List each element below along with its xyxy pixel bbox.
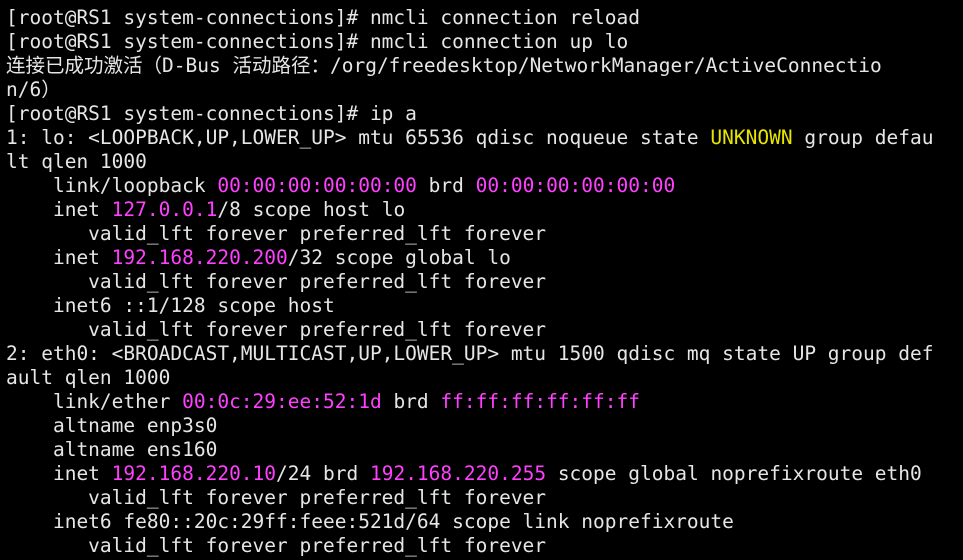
terminal-line: altname ens160 xyxy=(6,438,963,462)
terminal-line: inet6 ::1/128 scope host xyxy=(6,294,963,318)
line-text: /24 brd xyxy=(276,462,370,485)
line-text: [root@RS1 system-connections]# ip a xyxy=(6,102,417,125)
line-text: group defau xyxy=(792,126,934,149)
line-text: 活动路径： xyxy=(232,54,330,77)
terminal-line: link/ether 00:0c:29:ee:52:1d brd ff:ff:f… xyxy=(6,390,963,414)
line-text: /32 scope global lo xyxy=(287,246,511,269)
address-text: 192.168.220.10 xyxy=(111,462,277,485)
terminal-line: 连接已成功激活（D-Bus 活动路径：/org/freedesktop/Netw… xyxy=(6,54,963,78)
terminal-line: valid_lft forever preferred_lft forever xyxy=(6,270,963,294)
terminal-line: link/loopback 00:00:00:00:00:00 brd 00:0… xyxy=(6,174,963,198)
line-text: brd xyxy=(416,174,476,197)
terminal-line: inet6 fe80::20c:29ff:feee:521d/64 scope … xyxy=(6,510,963,534)
terminal-line: altname enp3s0 xyxy=(6,414,963,438)
line-text: altname ens160 xyxy=(6,438,218,461)
line-text: 连接已成功激活（ xyxy=(6,54,163,77)
line-text: valid_lft forever preferred_lft forever xyxy=(6,534,547,557)
line-text: inet xyxy=(6,462,112,485)
address-text: 192.168.220.200 xyxy=(111,246,288,269)
terminal-line: lt qlen 1000 xyxy=(6,150,963,174)
line-text: valid_lft forever preferred_lft forever xyxy=(6,486,547,509)
line-text: inet xyxy=(6,198,112,221)
terminal-line: [root@RS1 system-connections]# nmcli con… xyxy=(6,30,963,54)
line-text: valid_lft forever preferred_lft forever xyxy=(6,270,547,293)
terminal-line: inet 127.0.0.1/8 scope host lo xyxy=(6,198,963,222)
line-text: n/6 xyxy=(6,78,42,101)
address-text: 127.0.0.1 xyxy=(111,198,218,221)
address-text: 00:00:00:00:00:00 xyxy=(475,174,676,197)
line-text: /8 scope host lo xyxy=(217,198,406,221)
terminal-line: valid_lft forever preferred_lft forever xyxy=(6,486,963,510)
terminal-line: inet 192.168.220.10/24 brd 192.168.220.2… xyxy=(6,462,963,486)
line-text: [root@RS1 system-connections]# nmcli con… xyxy=(6,30,629,53)
terminal-line: inet 192.168.220.200/32 scope global lo xyxy=(6,246,963,270)
terminal-line: [root@RS1 system-connections]# ip a xyxy=(6,102,963,126)
line-text: 1: lo: <LOOPBACK,UP,LOWER_UP> mtu 65536 … xyxy=(6,126,711,149)
terminal-line: valid_lft forever preferred_lft forever xyxy=(6,318,963,342)
terminal-line: ault qlen 1000 xyxy=(6,366,963,390)
line-text: brd xyxy=(381,390,441,413)
line-text: inet xyxy=(6,246,112,269)
address-text: 192.168.220.255 xyxy=(369,462,547,485)
terminal-line: valid_lft forever preferred_lft forever xyxy=(6,534,963,558)
address-text: 00:00:00:00:00:00 xyxy=(217,174,417,197)
line-text: ） xyxy=(41,78,61,101)
line-text: D-Bus xyxy=(162,54,233,77)
line-text: ault qlen 1000 xyxy=(6,366,171,389)
address-text: 00:0c:29:ee:52:1d xyxy=(182,390,382,413)
terminal-output[interactable]: [root@RS1 system-connections]# nmcli con… xyxy=(0,0,963,560)
terminal-line: n/6） xyxy=(6,78,963,102)
line-text: lt qlen 1000 xyxy=(6,150,147,173)
terminal-line: valid_lft forever preferred_lft forever xyxy=(6,222,963,246)
state-text: UNKNOWN xyxy=(710,126,793,149)
line-text: inet6 ::1/128 scope host xyxy=(6,294,335,317)
line-text: link/loopback xyxy=(6,174,218,197)
line-text: [root@RS1 system-connections]# nmcli con… xyxy=(6,6,640,29)
line-text: inet6 fe80::20c:29ff:feee:521d/64 scope … xyxy=(6,510,734,533)
line-text: scope global noprefixroute eth0 xyxy=(546,462,922,485)
address-text: ff:ff:ff:ff:ff:ff xyxy=(440,390,640,413)
line-text: 2: eth0: <BROADCAST,MULTICAST,UP,LOWER_U… xyxy=(6,342,934,365)
line-text: valid_lft forever preferred_lft forever xyxy=(6,222,547,245)
line-text: /org/freedesktop/NetworkManager/ActiveCo… xyxy=(329,54,882,77)
line-text: link/ether xyxy=(6,390,183,413)
terminal-line: 1: lo: <LOOPBACK,UP,LOWER_UP> mtu 65536 … xyxy=(6,126,963,150)
terminal-line: 2: eth0: <BROADCAST,MULTICAST,UP,LOWER_U… xyxy=(6,342,963,366)
line-text: altname enp3s0 xyxy=(6,414,218,437)
line-text: valid_lft forever preferred_lft forever xyxy=(6,318,547,341)
terminal-line: [root@RS1 system-connections]# nmcli con… xyxy=(6,6,963,30)
